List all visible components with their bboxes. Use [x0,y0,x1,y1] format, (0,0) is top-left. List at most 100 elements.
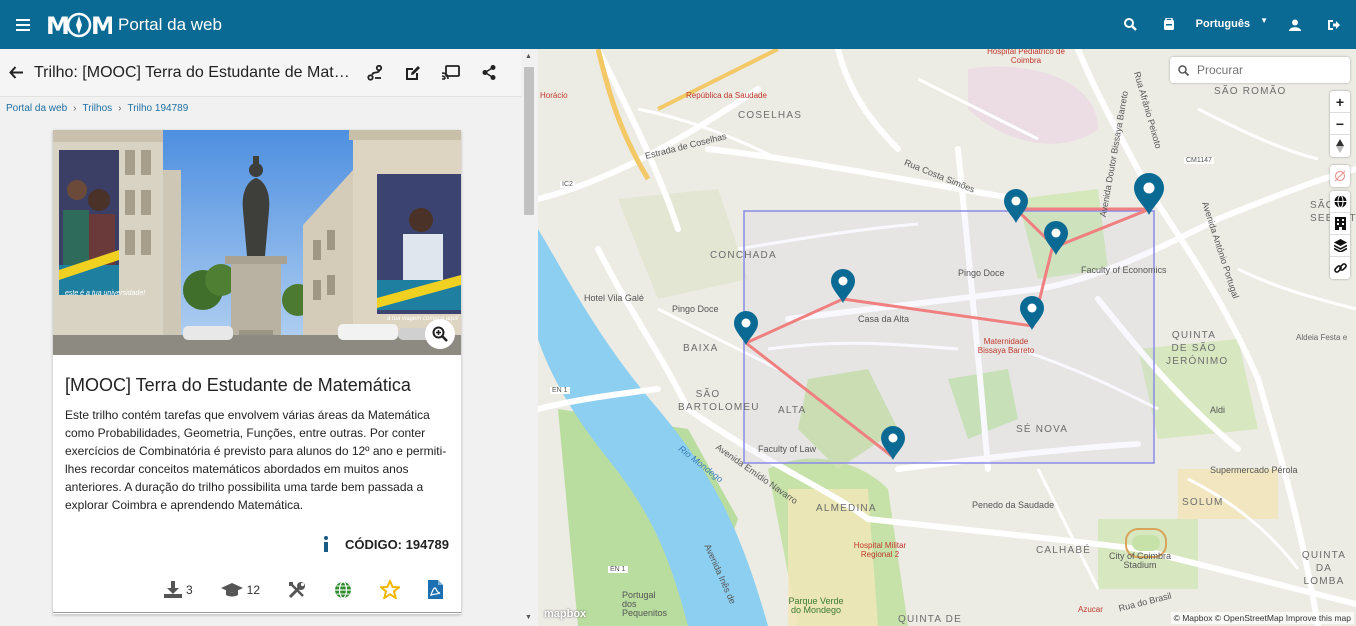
map-canvas [538,49,1356,626]
top-navigation-bar: M M Portal da web Português ▼ [0,0,1356,49]
trail-header: Trilho: [MOOC] Terra do Estudante de Mat… [0,49,521,97]
map-label: Pingo Doce [672,304,719,314]
route-button[interactable] [356,49,394,97]
search-button[interactable] [1112,0,1150,49]
chevron-down-icon: ▼ [1260,16,1268,25]
map-label: ALTA [778,405,807,416]
map-label: BAIXA [683,343,719,354]
breadcrumb-trails[interactable]: Trilhos [83,103,113,114]
info-icon[interactable] [323,536,329,552]
map-label: QUINTA DA LOMBA [1301,550,1347,587]
favorite-button[interactable] [380,580,400,599]
map-label: Maternidade Bissaya Barreto [977,337,1035,355]
app-logo[interactable]: M M Portal da web [46,10,222,40]
download-count[interactable]: 3 [163,581,193,598]
cast-button[interactable] [432,49,470,97]
map-label: Azucar [1078,605,1103,614]
scroll-down-arrow-icon[interactable]: ▼ [525,614,532,621]
trail-card: este é a tua universidade! a tua viagem … [53,130,461,614]
bag-icon [1163,18,1174,30]
share-icon [482,65,496,80]
logo-mark: M M [46,12,112,40]
map-label: Penedo da Saudade [972,500,1055,510]
link-icon [1333,262,1347,273]
map-label: QUINTA DE SÃO JERÓNIMO [1166,330,1229,367]
geolocate-control [1330,165,1350,187]
layers-icon [1333,239,1347,252]
panel-scrollbar[interactable]: ▲ ▼ [521,49,538,626]
map-label: CM1147 [1184,157,1214,164]
graduation-cap-icon [220,582,243,596]
globe-view-button[interactable] [1330,191,1350,213]
back-arrow-icon [9,66,23,79]
pdf-button[interactable] [428,580,443,599]
pdf-icon [428,580,443,599]
trail-title: Trilho: [MOOC] Terra do Estudante de Mat… [34,63,356,81]
mapbox-logo[interactable]: mapbox [544,608,586,620]
menu-button[interactable] [0,0,46,49]
map-label: SÃO ROMÃO [1214,86,1287,97]
scroll-up-arrow-icon[interactable]: ▲ [525,53,532,60]
trail-name: [MOOC] Terra do Estudante de Matemática [65,375,411,395]
map-label: ALMEDINA [816,503,877,514]
students-count[interactable]: 12 [220,582,260,597]
breadcrumb-portal[interactable]: Portal da web [6,103,67,114]
back-button[interactable] [2,66,30,79]
zoom-in-icon [432,326,448,342]
layer-controls [1330,191,1350,279]
buildings-button[interactable] [1330,213,1350,235]
user-button[interactable] [1276,0,1314,49]
breadcrumb-separator: › [73,102,77,114]
tools-icon [288,581,305,598]
cast-icon [442,65,460,80]
tools-button[interactable] [288,581,306,599]
map-search-input[interactable] [1197,63,1337,77]
logout-button[interactable] [1314,0,1352,49]
star-icon [380,580,400,599]
map-label: COSELHAS [738,110,803,121]
search-icon [1124,18,1138,31]
share-button[interactable] [470,49,508,97]
map-label: Casa da Alta [858,314,910,324]
zoom-in-button[interactable]: + [1330,91,1350,113]
map-attribution[interactable]: © Mapbox © OpenStreetMap Improve this ma… [1170,612,1354,624]
geolocate-button[interactable] [1330,165,1350,187]
compass-button[interactable] [1330,135,1350,157]
map-label: Faculty of Law [758,444,817,454]
language-label: Português [1195,18,1251,30]
trail-panel: Trilho: [MOOC] Terra do Estudante de Mat… [0,49,538,626]
layers-button[interactable] [1330,235,1350,257]
map-view[interactable]: Hospital Pediátrico de Coimbra República… [538,49,1356,626]
trail-actions: 3 12 [53,580,461,599]
edit-icon [406,65,420,80]
edit-button[interactable] [394,49,432,97]
map-label: Faculty of Economics [1081,265,1167,275]
trail-photo: este é a tua universidade! a tua viagem … [53,130,461,355]
scrollbar-thumb[interactable] [524,67,534,215]
globe-button[interactable] [334,580,352,599]
map-label: Supermercado Pérola [1210,465,1298,475]
minus-icon: − [1335,115,1345,132]
zoom-out-button[interactable]: − [1330,113,1350,135]
map-label: IC2 [560,181,575,188]
trail-description: Este trilho contém tarefas que envolvem … [65,408,447,512]
bag-button[interactable] [1150,0,1188,49]
map-label: SÃO BARTOLOMEU [678,389,760,413]
map-label: City of Coimbra Stadium [1108,551,1171,570]
trail-photo-illustration: este é a tua universidade! a tua viagem … [53,130,461,355]
language-selector[interactable]: Português ▼ [1188,0,1276,49]
map-search-box[interactable] [1170,57,1350,83]
map-label: Horácio [540,91,568,100]
route-icon [367,64,383,81]
map-label: QUINTA DE [898,614,962,625]
no-location-icon [1334,170,1346,182]
search-icon [1178,64,1189,76]
breadcrumb-trail[interactable]: Trilho 194789 [127,103,188,114]
map-label: SOLUM [1182,497,1224,508]
breadcrumb-separator: › [118,102,122,114]
map-label: EN 1 [550,387,570,394]
globe-icon [335,580,351,599]
link-button[interactable] [1330,257,1350,279]
zoom-photo-button[interactable] [425,319,455,349]
map-label: Aldeia Festa e [1296,333,1348,342]
